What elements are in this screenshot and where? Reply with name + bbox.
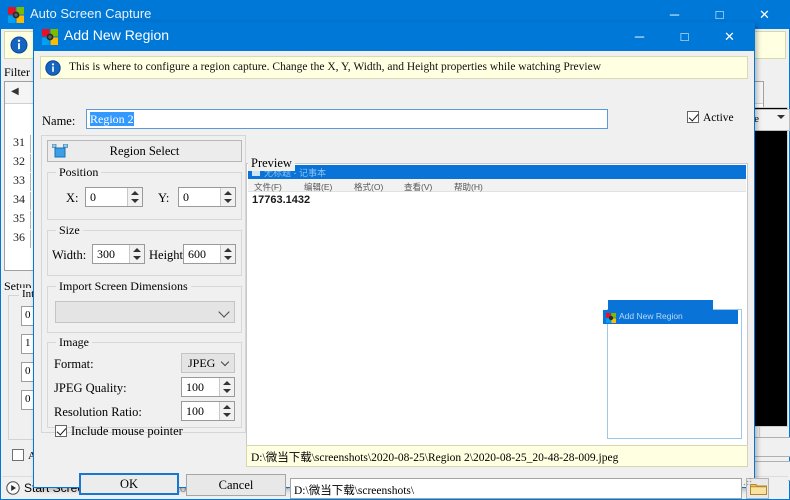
jpeg-quality-spinner-arrows[interactable]: [219, 378, 234, 396]
grid-row-number[interactable]: 33: [5, 173, 31, 191]
active-label: Active: [703, 112, 734, 124]
checkbox-checked-icon[interactable]: [687, 111, 699, 123]
cancel-button[interactable]: Cancel: [186, 474, 286, 496]
preview-pane[interactable]: 无标题 - 记事本 文件(F) 编辑(E) 格式(O) 查看(V) 帮助(H) …: [246, 163, 748, 448]
dialog-info-text: This is where to configure a region capt…: [69, 61, 602, 73]
width-spinner-arrows[interactable]: [129, 245, 144, 263]
checkbox-box-icon[interactable]: [12, 449, 24, 461]
info-icon: [10, 36, 28, 54]
resolution-ratio-label: Resolution Ratio:: [54, 405, 142, 419]
chevron-down-icon[interactable]: [220, 357, 230, 367]
preview-notepad-titlebar: 无标题 - 记事本: [248, 165, 746, 179]
grid-row-number[interactable]: 31: [5, 135, 31, 153]
preview-nested-outer-titlebar: [608, 300, 713, 310]
name-label: Name:: [42, 114, 76, 128]
size-group: Size Width: 300 Height: 600: [47, 223, 242, 276]
play-icon: [6, 480, 20, 495]
x-value: 0: [90, 190, 96, 204]
preview-nested-titlebar: Add New Region: [603, 310, 738, 324]
y-label: Y:: [158, 191, 170, 205]
screen: Auto Screen Capture ─ □ ✕ Filter ◀ 31 32…: [0, 0, 790, 500]
preview-notepad-text: 17763.1432: [252, 194, 311, 206]
position-group: Position X: 0 Y: 0: [47, 165, 242, 220]
menu-format: 格式(O): [354, 182, 384, 192]
y-spinner-arrows[interactable]: [220, 188, 235, 206]
size-group-title: Size: [56, 223, 83, 238]
x-spinner[interactable]: 0: [85, 187, 143, 207]
region-select-button[interactable]: Region Select: [47, 140, 242, 162]
y-value: 0: [183, 190, 189, 204]
resolution-ratio-spinner-arrows[interactable]: [219, 402, 234, 420]
app-logo-icon: [42, 29, 58, 45]
info-icon: [45, 60, 61, 76]
height-spinner-arrows[interactable]: [220, 245, 235, 263]
region-select-label: Region Select: [109, 144, 180, 158]
preview-notepad-menubar: 文件(F) 编辑(E) 格式(O) 查看(V) 帮助(H): [248, 179, 746, 192]
dialog-title: Add New Region: [64, 27, 170, 43]
grid-row-number[interactable]: 35: [5, 211, 31, 229]
width-value: 300: [97, 247, 115, 261]
folder-input[interactable]: D:\微当下载\screenshots\: [290, 478, 742, 499]
include-mouse-pointer-checkbox[interactable]: Include mouse pointer: [55, 424, 183, 439]
x-spinner-arrows[interactable]: [127, 188, 142, 206]
collapse-icon[interactable]: ◀: [11, 86, 19, 97]
jpeg-quality-value: 100: [186, 380, 204, 394]
grid-row-number[interactable]: 36: [5, 230, 31, 248]
region-settings-panel: Region Select Position X: 0 Y: 0 Size Wi…: [41, 135, 246, 438]
width-label: Width:: [52, 248, 87, 262]
ok-button[interactable]: OK: [79, 473, 179, 495]
app-logo-icon: [606, 312, 616, 323]
preview-nested-dialog: Add New Region: [603, 300, 742, 439]
import-screen-group: Import Screen Dimensions: [47, 279, 242, 333]
width-spinner[interactable]: 300: [92, 244, 145, 264]
dialog-body: This is where to configure a region capt…: [34, 51, 769, 499]
output-path-display: D:\微当下载\screenshots\2020-08-25\Region 2\…: [246, 445, 748, 467]
preview-legend: Preview: [248, 156, 295, 171]
import-screen-dropdown[interactable]: [55, 301, 235, 323]
chevron-down-icon[interactable]: [218, 306, 230, 318]
checkbox-checked-icon[interactable]: [55, 425, 67, 437]
dialog-minimize-button[interactable]: ─: [617, 23, 662, 51]
menu-edit: 编辑(E): [304, 182, 333, 192]
add-new-region-dialog: Add New Region ─ □ ✕ This is where to co…: [33, 22, 769, 499]
image-group-title: Image: [56, 335, 92, 350]
format-value: JPEG: [188, 356, 216, 370]
resolution-ratio-spinner[interactable]: 100: [181, 401, 235, 421]
main-footer-button-2[interactable]: [750, 437, 790, 457]
filter-label: Filter: [4, 65, 30, 79]
position-group-title: Position: [56, 165, 102, 180]
x-label: X:: [66, 191, 79, 205]
jpeg-quality-spinner[interactable]: 100: [181, 377, 235, 397]
image-group: Image Format: JPEG JPEG Quality: 100 Res…: [47, 335, 242, 428]
main-window-title: Auto Screen Capture: [30, 6, 152, 21]
height-value: 600: [188, 247, 206, 261]
chevron-down-icon[interactable]: [777, 115, 785, 119]
grid-row-number[interactable]: 34: [5, 192, 31, 210]
menu-view: 查看(V): [404, 182, 433, 192]
dialog-maximize-button[interactable]: □: [662, 23, 707, 51]
folder-icon: [747, 484, 767, 499]
menu-file: 文件(F): [254, 182, 282, 192]
format-label: Format:: [54, 357, 94, 371]
y-spinner[interactable]: 0: [178, 187, 236, 207]
active-checkbox[interactable]: Active: [687, 111, 734, 124]
dialog-resize-grip[interactable]: [742, 475, 752, 486]
app-logo-icon: [8, 7, 24, 23]
dialog-info-bar: This is where to configure a region capt…: [40, 56, 748, 79]
name-input-value: Region 2: [90, 112, 134, 126]
name-input[interactable]: Region 2: [86, 109, 608, 129]
include-mouse-pointer-label: Include mouse pointer: [71, 424, 183, 438]
height-spinner[interactable]: 600: [183, 244, 236, 264]
dialog-titlebar[interactable]: Add New Region ─ □ ✕: [34, 23, 754, 51]
dialog-close-button[interactable]: ✕: [707, 23, 752, 51]
jpeg-quality-label: JPEG Quality:: [54, 381, 127, 395]
format-dropdown[interactable]: JPEG: [181, 353, 235, 373]
preview-nested-title: Add New Region: [619, 311, 683, 321]
import-screen-group-title: Import Screen Dimensions: [56, 279, 191, 294]
height-label: Height:: [149, 248, 187, 262]
menu-help: 帮助(H): [454, 182, 483, 192]
grid-row-number[interactable]: 32: [5, 154, 31, 172]
region-select-icon: [51, 143, 68, 159]
resolution-ratio-value: 100: [186, 404, 204, 418]
